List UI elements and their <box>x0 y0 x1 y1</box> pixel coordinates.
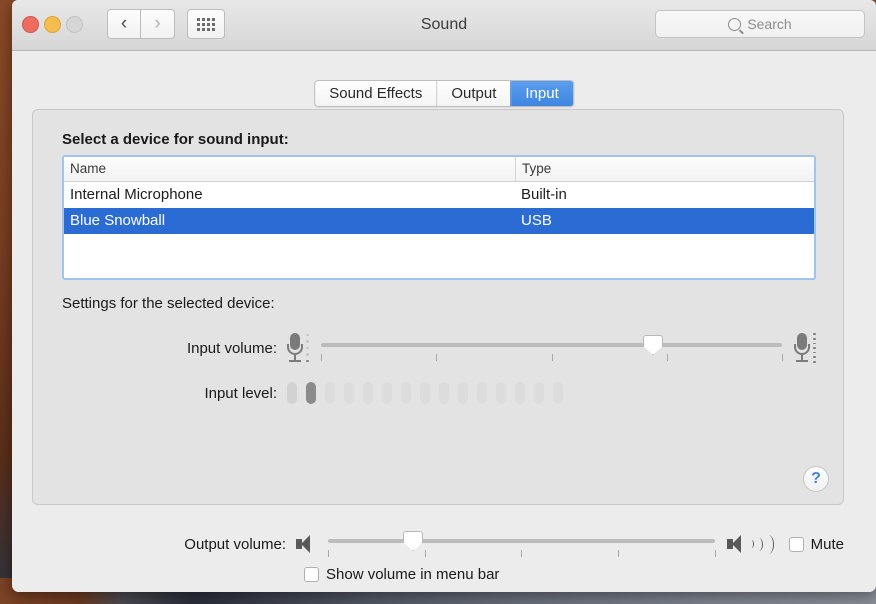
microphone-low-level-dots <box>306 332 309 364</box>
mute-checkbox[interactable] <box>788 536 804 552</box>
window-titlebar: ‹ › Sound Search <box>12 0 876 51</box>
input-volume-label: Input volume: <box>186 339 277 357</box>
device-name: Internal Microphone <box>70 186 203 203</box>
show-volume-menu-bar-checkbox[interactable] <box>304 567 319 582</box>
output-volume-track <box>328 539 715 543</box>
speaker-mute-icon <box>296 534 316 554</box>
device-name: Blue Snowball <box>70 212 166 229</box>
tab-output[interactable]: Output <box>436 81 511 106</box>
window-content: Sound Effects Output Input Select a devi… <box>12 51 876 592</box>
tab-bar: Sound Effects Output Input <box>314 80 574 107</box>
output-volume-ticks <box>328 550 716 557</box>
input-volume-slider[interactable] <box>321 332 783 364</box>
search-input[interactable]: Search <box>655 10 865 38</box>
input-settings-panel: Select a device for sound input: Name Ty… <box>32 109 844 505</box>
sound-preferences-window: ‹ › Sound Search Sound Effects Output In… <box>12 0 876 592</box>
input-level-meter <box>287 382 563 404</box>
help-button[interactable]: ? <box>803 466 829 492</box>
search-icon <box>728 17 742 31</box>
panel-heading: Select a device for sound input: <box>62 131 289 148</box>
table-row[interactable]: Blue Snowball USB <box>64 208 814 234</box>
speaker-loud-icon <box>726 534 747 554</box>
speaker-waves-icon <box>749 534 775 554</box>
device-type: Built-in <box>521 186 567 203</box>
table-row[interactable]: Internal Microphone Built-in <box>64 182 814 208</box>
output-volume-label: Output volume: <box>184 535 286 553</box>
show-volume-menu-bar-group[interactable]: Show volume in menu bar <box>304 566 499 583</box>
output-volume-row: Output volume: Mute <box>32 528 844 560</box>
show-volume-menu-bar-label: Show volume in menu bar <box>326 566 500 583</box>
device-table[interactable]: Name Type Internal Microphone Built-in B… <box>62 155 816 280</box>
device-type: USB <box>521 212 552 229</box>
tab-input[interactable]: Input <box>510 81 573 106</box>
input-volume-thumb[interactable] <box>642 335 663 355</box>
mute-label: Mute <box>810 535 844 553</box>
tab-sound-effects[interactable]: Sound Effects <box>315 81 437 106</box>
input-volume-ticks <box>321 354 783 361</box>
input-volume-track <box>321 343 782 347</box>
input-level-row: Input level: <box>62 382 816 404</box>
input-level-label: Input level: <box>204 384 277 402</box>
settings-heading: Settings for the selected device: <box>62 295 275 312</box>
table-header-row: Name Type <box>64 157 814 182</box>
output-volume-thumb[interactable] <box>403 531 424 551</box>
microphone-high-level-dots <box>813 332 816 364</box>
column-header-type[interactable]: Type <box>515 157 814 181</box>
microphone-high-icon <box>794 332 810 364</box>
mute-checkbox-group[interactable]: Mute <box>788 535 844 553</box>
column-header-name[interactable]: Name <box>64 157 515 181</box>
input-volume-row: Input volume: <box>62 332 816 364</box>
microphone-low-icon <box>287 332 303 364</box>
output-volume-slider[interactable] <box>328 528 716 560</box>
search-placeholder: Search <box>747 16 792 32</box>
